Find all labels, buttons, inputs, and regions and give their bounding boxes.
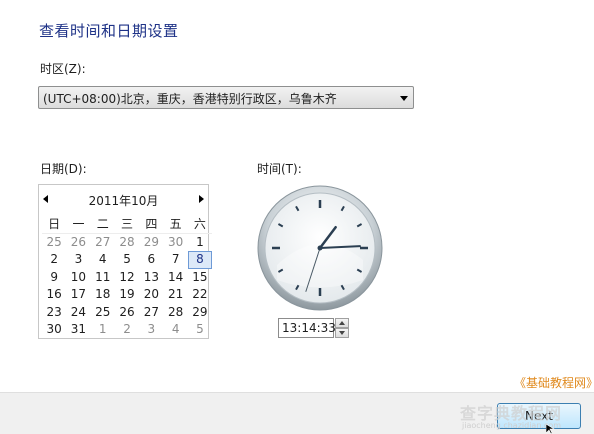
calendar-day[interactable]: 29: [188, 304, 212, 322]
weekday-label: 五: [169, 217, 182, 231]
calendar-day[interactable]: 30: [163, 234, 187, 252]
calendar-day[interactable]: 29: [139, 234, 163, 252]
weekday-label: 四: [145, 217, 158, 231]
weekday-label: 二: [96, 217, 109, 231]
calendar-day[interactable]: 26: [66, 234, 90, 252]
calendar-day[interactable]: 2: [42, 251, 66, 269]
calendar-day[interactable]: 4: [91, 251, 115, 269]
calendar-month-title[interactable]: 2011年10月: [39, 192, 208, 209]
weekday-label: 一: [72, 217, 85, 231]
weekday-label: 三: [121, 217, 134, 231]
calendar-day[interactable]: 31: [66, 321, 90, 339]
calendar-day[interactable]: 1: [188, 234, 212, 252]
calendar-day[interactable]: 30: [42, 321, 66, 339]
calendar-day[interactable]: 5: [188, 321, 212, 339]
calendar-day[interactable]: 8: [187, 251, 213, 269]
calendar-day[interactable]: 14: [163, 269, 187, 287]
calendar-day[interactable]: 23: [42, 304, 66, 322]
calendar-day[interactable]: 2: [115, 321, 139, 339]
calendar-week-row: 30 31 1 2 3 4 5: [42, 321, 212, 339]
weekday-header-row: 日一二三四五六: [42, 216, 213, 234]
page-title: 查看时间和日期设置: [39, 22, 179, 40]
spin-down-icon[interactable]: [335, 328, 349, 338]
calendar-day[interactable]: 15: [188, 269, 212, 287]
calendar-day[interactable]: 22: [188, 286, 212, 304]
calendar-day[interactable]: 20: [139, 286, 163, 304]
weekday-label: 日: [48, 217, 61, 231]
calendar-day[interactable]: 25: [42, 234, 66, 252]
calendar: 2011年10月 日一二三四五六 25 26 27 28 29 30 1 2 3 4 5 6 7 8 9 10 1…: [38, 184, 213, 339]
calendar-day[interactable]: 25: [91, 304, 115, 322]
calendar-day[interactable]: 1: [91, 321, 115, 339]
calendar-day[interactable]: 10: [66, 269, 90, 287]
calendar-day[interactable]: 27: [91, 234, 115, 252]
spin-up-icon[interactable]: [335, 318, 349, 328]
time-input[interactable]: 13:14:33: [278, 318, 336, 338]
calendar-day[interactable]: 13: [139, 269, 163, 287]
time-label: 时间(T):: [257, 162, 302, 176]
calendar-day[interactable]: 27: [139, 304, 163, 322]
timezone-value: (UTC+08:00)北京，重庆，香港特别行政区，乌鲁木齐: [43, 92, 337, 106]
analog-clock: [257, 185, 383, 311]
calendar-grid: 日一二三四五六 25 26 27 28 29 30 1 2 3 4 5 6 7 8 9 10 11 12 13 14 15…: [42, 216, 213, 339]
weekday-label: 六: [193, 217, 206, 231]
timezone-dropdown[interactable]: (UTC+08:00)北京，重庆，香港特别行政区，乌鲁木齐: [38, 86, 414, 109]
calendar-day[interactable]: 11: [91, 269, 115, 287]
calendar-day[interactable]: 19: [115, 286, 139, 304]
calendar-day[interactable]: 24: [66, 304, 90, 322]
calendar-day[interactable]: 18: [91, 286, 115, 304]
calendar-header: 2011年10月: [39, 185, 208, 215]
calendar-week-row: 25 26 27 28 29 30 1: [42, 234, 212, 252]
calendar-day[interactable]: 17: [66, 286, 90, 304]
chevron-down-icon[interactable]: [400, 96, 408, 101]
calendar-week-row: 23 24 25 26 27 28 29: [42, 304, 212, 322]
calendar-day[interactable]: 6: [139, 251, 163, 269]
calendar-day[interactable]: 9: [42, 269, 66, 287]
calendar-day[interactable]: 5: [115, 251, 139, 269]
next-month-icon[interactable]: [199, 195, 204, 203]
calendar-day[interactable]: 3: [66, 251, 90, 269]
timezone-label: 时区(Z):: [40, 62, 86, 76]
calendar-day[interactable]: 7: [163, 251, 187, 269]
calendar-day[interactable]: 26: [115, 304, 139, 322]
calendar-day[interactable]: 3: [139, 321, 163, 339]
calendar-week-row: 2345678: [42, 251, 213, 269]
time-spinner[interactable]: [335, 318, 349, 338]
calendar-day[interactable]: 21: [163, 286, 187, 304]
cursor-icon: [546, 424, 556, 434]
calendar-day[interactable]: 4: [163, 321, 187, 339]
calendar-day[interactable]: 12: [115, 269, 139, 287]
calendar-day[interactable]: 28: [163, 304, 187, 322]
calendar-week-row: 16 17 18 19 20 21 22: [42, 286, 212, 304]
date-label: 日期(D):: [40, 162, 87, 176]
watermark-link: 《基础教程网》: [514, 376, 594, 390]
calendar-day[interactable]: 28: [115, 234, 139, 252]
calendar-day[interactable]: 16: [42, 286, 66, 304]
calendar-week-row: 9 10 11 12 13 14 15: [42, 269, 212, 287]
